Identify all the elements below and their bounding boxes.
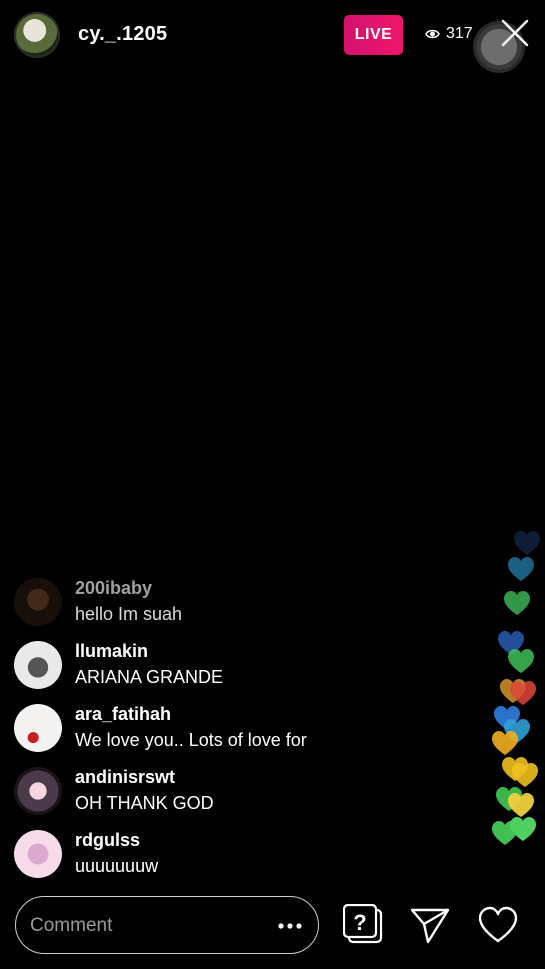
comment-item: andinisrswt OH THANK GOD (0, 762, 480, 825)
floating-heart-icon (514, 531, 540, 555)
commenter-avatar[interactable] (14, 704, 62, 752)
host-avatar[interactable] (14, 12, 60, 58)
send-icon[interactable] (410, 906, 450, 944)
comment-feed: 200ibaby hello Im suah llumakin ARIANA G… (0, 573, 480, 888)
live-header: cy._.1205 LIVE 317 (0, 0, 545, 70)
close-button[interactable] (470, 18, 530, 76)
commenter-username[interactable]: rdgulss (75, 830, 140, 851)
eye-icon (425, 29, 440, 39)
question-icon[interactable]: ? (343, 904, 387, 948)
floating-heart-icon (508, 649, 534, 673)
floating-heart-icon (512, 763, 538, 787)
comment-item: rdgulss uuuuuuuw (0, 825, 480, 888)
commenter-avatar[interactable] (14, 767, 62, 815)
commenter-username[interactable]: llumakin (75, 641, 148, 662)
floating-heart-icon (508, 557, 534, 581)
heart-icon[interactable] (478, 906, 518, 944)
more-icon[interactable] (278, 923, 302, 929)
comment-input[interactable]: Comment (15, 896, 319, 954)
commenter-username[interactable]: andinisrswt (75, 767, 175, 788)
commenter-avatar[interactable] (14, 578, 62, 626)
comment-text: OH THANK GOD (75, 793, 214, 813)
comment-text: We love you.. Lots of love for (75, 730, 307, 750)
floating-heart-icon (510, 681, 536, 705)
comment-text: hello Im suah (75, 604, 183, 624)
commenter-username[interactable]: 200ibaby (75, 578, 152, 599)
viewer-count[interactable]: 317 (425, 25, 473, 43)
comment-item: ara_fatihah We love you.. Lots of love f… (0, 699, 480, 762)
host-username[interactable]: cy._.1205 (78, 23, 167, 46)
live-badge: LIVE (344, 15, 403, 55)
close-icon[interactable] (500, 18, 530, 48)
comment-item: 200ibaby hello Im suah (0, 573, 480, 636)
comment-text: ARIANA GRANDE (75, 667, 224, 687)
commenter-avatar[interactable] (14, 641, 62, 689)
svg-text:?: ? (353, 910, 366, 935)
floating-heart-icon (492, 731, 518, 755)
commenter-username[interactable]: ara_fatihah (75, 704, 171, 725)
comment-text: uuuuuuuw (75, 856, 159, 876)
commenter-avatar[interactable] (14, 830, 62, 878)
floating-heart-icon (508, 793, 534, 817)
floating-hearts (485, 530, 545, 860)
floating-heart-icon (510, 817, 536, 841)
comment-placeholder: Comment (30, 915, 113, 936)
bottom-bar: Comment ? (0, 895, 545, 957)
comment-item: llumakin ARIANA GRANDE (0, 636, 480, 699)
floating-heart-icon (504, 591, 530, 615)
viewer-count-value: 317 (446, 25, 473, 42)
